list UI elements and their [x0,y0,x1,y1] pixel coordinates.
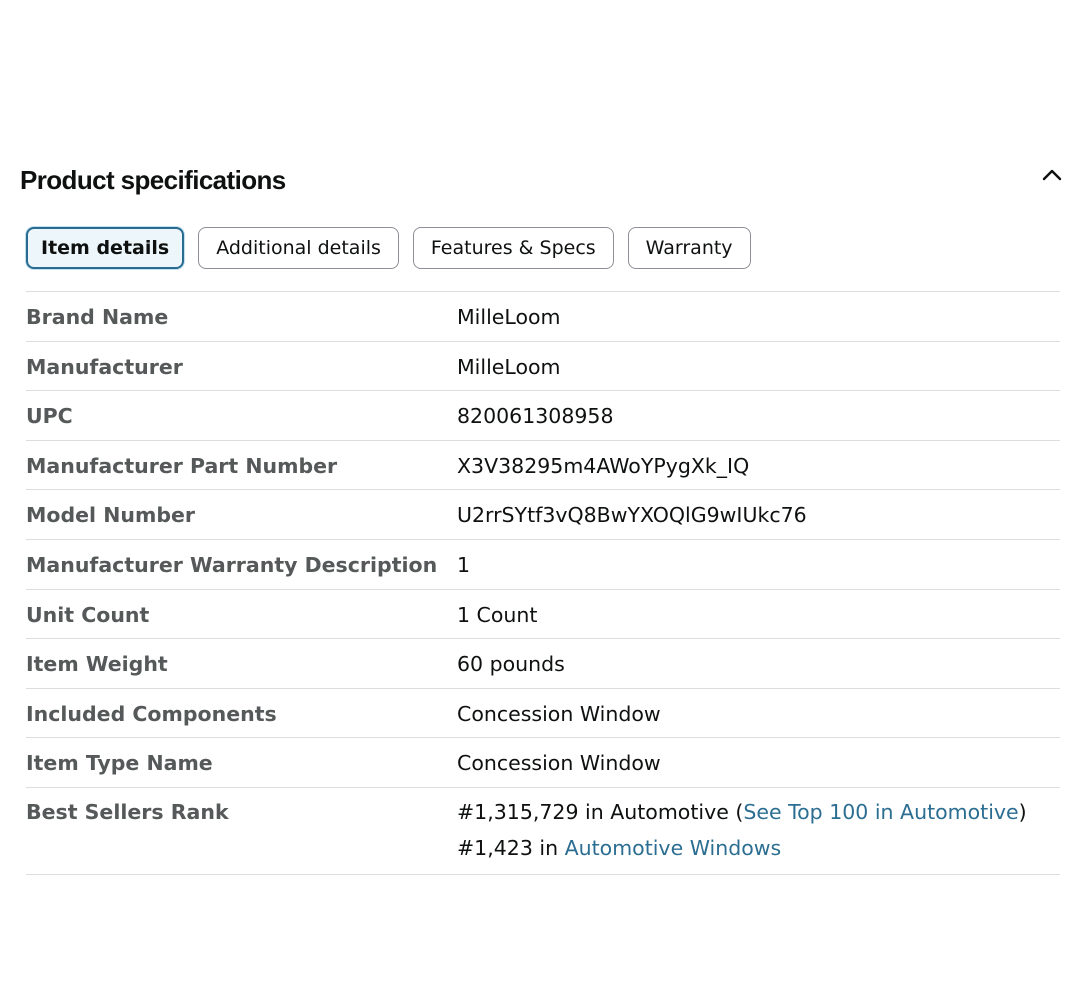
spec-tabs: Item details Additional details Features… [26,227,751,269]
spec-key: UPC [26,404,73,429]
spec-key: Manufacturer Part Number [26,453,338,478]
spec-value: 60 pounds [457,652,565,677]
section-title: Product specifications [20,165,286,195]
spec-row-best-sellers-rank: Best Sellers Rank #1,315,729 in Automoti… [26,788,1060,875]
spec-row-included-components: Included Components Concession Window [26,689,1060,739]
spec-value: 1 [457,552,471,577]
spec-key: Manufacturer Warranty Description [26,552,438,577]
spec-key: Best Sellers Rank [26,799,229,824]
spec-row-item-type-name: Item Type Name Concession Window [26,738,1060,788]
rank-line-automotive-windows: #1,423 in Automotive Windows [457,830,1060,866]
spec-key: Brand Name [26,305,169,329]
spec-key: Unit Count [26,602,150,627]
spec-value: 820061308958 [457,404,614,429]
tab-additional-details[interactable]: Additional details [198,227,399,269]
chevron-up-icon [1042,169,1062,181]
automotive-windows-link[interactable]: Automotive Windows [565,836,782,860]
spec-row-manufacturer: Manufacturer MilleLoom [26,342,1060,392]
tab-features-specs[interactable]: Features & Specs [412,227,614,269]
spec-row-upc: UPC 820061308958 [26,391,1060,441]
tab-item-details[interactable]: Item details [26,227,185,269]
spec-table: Brand Name MilleLoom Manufacturer MilleL… [26,291,1060,875]
spec-row-model-number: Model Number U2rrSYtf3vQ8BwYXOQlG9wIUkc7… [26,490,1060,540]
rank-line-automotive: #1,315,729 in Automotive (See Top 100 in… [457,794,1060,830]
spec-value: MilleLoom [457,354,561,379]
rank-text-suffix: ) [1018,799,1027,824]
top-100-automotive-link[interactable]: See Top 100 in Automotive [743,800,1018,824]
spec-key: Manufacturer [26,354,183,379]
collapse-button[interactable] [1040,160,1064,190]
spec-key: Item Type Name [26,751,213,776]
spec-row-unit-count: Unit Count 1 Count [26,590,1060,640]
spec-row-warranty-description: Manufacturer Warranty Description 1 [26,540,1060,590]
spec-key: Included Components [26,701,277,726]
spec-row-item-weight: Item Weight 60 pounds [26,639,1060,689]
spec-row-part-number: Manufacturer Part Number X3V38295m4AWoYP… [26,441,1060,491]
spec-value: Concession Window [457,751,661,776]
spec-key: Item Weight [26,652,168,677]
spec-value: 1 Count [457,602,538,627]
tab-warranty[interactable]: Warranty [627,227,751,269]
spec-key: Model Number [26,503,196,528]
rank-text: #1,315,729 in Automotive ( [457,799,744,824]
spec-value: U2rrSYtf3vQ8BwYXOQlG9wIUkc76 [457,503,807,528]
spec-value: X3V38295m4AWoYPygXk_IQ [457,453,750,478]
product-specifications-header: Product specifications [20,160,1064,200]
rank-text: #1,423 in [457,835,565,860]
spec-value: #1,315,729 in Automotive (See Top 100 in… [457,788,1060,874]
spec-value: Concession Window [457,701,661,726]
spec-value: MilleLoom [457,305,561,329]
spec-row-brand-name: Brand Name MilleLoom [26,292,1060,342]
